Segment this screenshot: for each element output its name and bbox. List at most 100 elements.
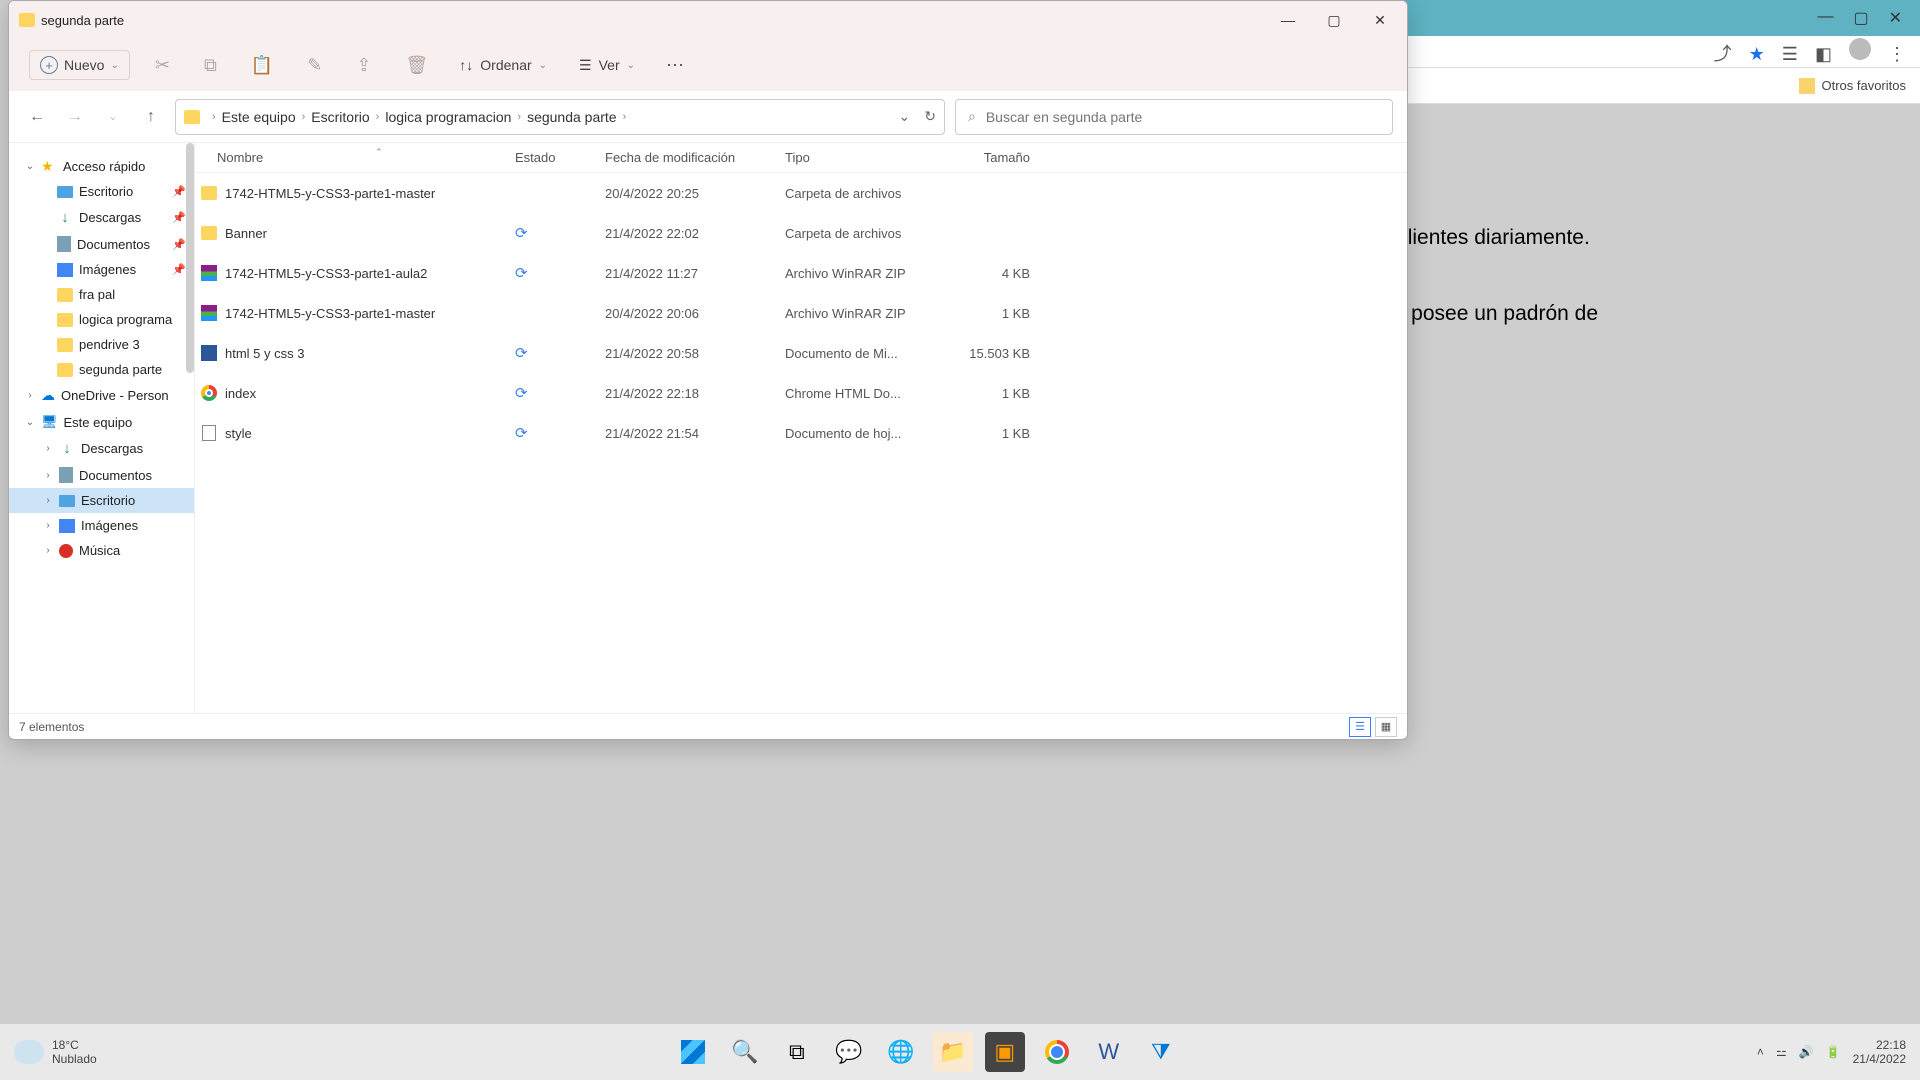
document-icon [59, 467, 73, 483]
taskview-button[interactable]: ⧉ [777, 1032, 817, 1072]
tray-expand-icon[interactable]: ˄ [1757, 1045, 1764, 1059]
explorer-icon[interactable]: 📁 [933, 1032, 973, 1072]
tree-onedrive[interactable]: ›☁OneDrive - Person [9, 382, 194, 409]
share-icon[interactable]: ⤴ [1714, 40, 1732, 66]
sort-button[interactable]: ↑↓ Ordenar ⌄ [453, 57, 553, 73]
word-icon[interactable]: W [1089, 1032, 1129, 1072]
teams-icon[interactable]: 💬 [829, 1032, 869, 1072]
other-bookmarks[interactable]: Otros favoritos [1799, 78, 1906, 94]
tree-downloads[interactable]: ↓Descargas📌 [9, 204, 194, 231]
tree-folder-frapal[interactable]: fra pal [9, 282, 194, 307]
thumbnails-view-button[interactable]: ▦ [1375, 717, 1397, 737]
tree-documents[interactable]: Documentos📌 [9, 231, 194, 257]
paste-icon[interactable]: 📋 [246, 55, 278, 76]
side-panel-icon[interactable]: ◧ [1815, 44, 1832, 65]
document-icon [57, 236, 71, 252]
details-view-button[interactable]: ☰ [1349, 717, 1371, 737]
wifi-icon[interactable]: ⚍ [1776, 1045, 1787, 1059]
tree-desktop[interactable]: Escritorio📌 [9, 179, 194, 204]
tree-pc-images[interactable]: ›Imágenes [9, 513, 194, 538]
breadcrumb[interactable]: › Este equipo › Escritorio › logica prog… [175, 99, 945, 135]
refresh-icon[interactable]: ↻ [924, 108, 936, 125]
chrome-close-icon[interactable]: ✕ [1889, 8, 1902, 28]
forward-button[interactable]: → [61, 108, 89, 126]
file-name: 1742-HTML5-y-CSS3-parte1-master [225, 186, 515, 201]
profile-icon[interactable] [1849, 38, 1871, 60]
file-type: Archivo WinRAR ZIP [785, 306, 930, 321]
reading-list-icon[interactable]: ☰ [1782, 44, 1798, 65]
tree-pc-downloads[interactable]: ›↓Descargas [9, 435, 194, 462]
tree-pc-documents[interactable]: ›Documentos [9, 462, 194, 488]
tree-thispc[interactable]: ⌄🖥Este equipo [9, 409, 194, 435]
share-icon[interactable]: ⇪ [351, 55, 376, 76]
taskbar-weather[interactable]: 18°C Nublado [14, 1038, 97, 1066]
css-icon [202, 425, 216, 441]
chrome-icon[interactable] [1037, 1032, 1077, 1072]
file-row[interactable]: style⟳21/4/2022 21:54Documento de hoj...… [195, 413, 1407, 453]
rename-icon[interactable]: ✎ [302, 55, 327, 76]
file-row[interactable]: 1742-HTML5-y-CSS3-parte1-master20/4/2022… [195, 173, 1407, 213]
search-input[interactable]: ⌕ [955, 99, 1393, 135]
minimize-button[interactable]: — [1265, 4, 1311, 36]
vscode-icon[interactable]: ⧩ [1141, 1032, 1181, 1072]
breadcrumb-item[interactable]: segunda parte [527, 109, 617, 125]
column-headers[interactable]: ⌃Nombre Estado Fecha de modificación Tip… [195, 143, 1407, 173]
breadcrumb-item[interactable]: logica programacion [385, 109, 511, 125]
file-row[interactable]: html 5 y css 3⟳21/4/2022 20:58Documento … [195, 333, 1407, 373]
file-row[interactable]: 1742-HTML5-y-CSS3-parte1-aula2⟳21/4/2022… [195, 253, 1407, 293]
battery-icon[interactable]: 🔋 [1826, 1045, 1841, 1059]
clock[interactable]: 22:18 21/4/2022 [1853, 1038, 1906, 1067]
new-button[interactable]: + Nuevo ⌄ [29, 50, 130, 80]
bookmark-star-icon[interactable]: ★ [1749, 44, 1765, 65]
cut-icon[interactable]: ✂ [150, 55, 175, 76]
taskbar[interactable]: 18°C Nublado 🔍 ⧉ 💬 🌐 📁 ▣ W ⧩ ˄ ⚍ 🔊 🔋 22:… [0, 1024, 1920, 1080]
tree-folder-pendrive[interactable]: pendrive 3 [9, 332, 194, 357]
back-button[interactable]: ← [23, 108, 51, 126]
windows-logo-icon [681, 1040, 705, 1064]
recent-dropdown-icon[interactable]: ⌄ [99, 110, 127, 123]
start-button[interactable] [673, 1032, 713, 1072]
tree-quick-access[interactable]: ⌄★Acceso rápido [9, 153, 194, 179]
file-row[interactable]: 1742-HTML5-y-CSS3-parte1-master20/4/2022… [195, 293, 1407, 333]
sublime-icon[interactable]: ▣ [985, 1032, 1025, 1072]
copy-icon[interactable]: ⧉ [199, 55, 222, 76]
explorer-titlebar[interactable]: segunda parte — ▢ ✕ [9, 1, 1407, 39]
maximize-button[interactable]: ▢ [1311, 4, 1357, 36]
file-row[interactable]: index⟳21/4/2022 22:18Chrome HTML Do...1 … [195, 373, 1407, 413]
search-button[interactable]: 🔍 [725, 1032, 765, 1072]
view-button[interactable]: ☰ Ver ⌄ [573, 57, 641, 74]
breadcrumb-expand-icon[interactable]: ⌄ [899, 108, 911, 125]
system-tray[interactable]: ˄ ⚍ 🔊 🔋 22:18 21/4/2022 [1757, 1038, 1906, 1067]
nav-tree[interactable]: ⌄★Acceso rápido Escritorio📌 ↓Descargas📌 … [9, 143, 195, 713]
tree-folder-logica[interactable]: logica programa [9, 307, 194, 332]
scrollbar-thumb[interactable] [186, 143, 194, 373]
tree-pc-music[interactable]: ›Música [9, 538, 194, 563]
file-row[interactable]: Banner⟳21/4/2022 22:02Carpeta de archivo… [195, 213, 1407, 253]
tree-folder-segunda[interactable]: segunda parte [9, 357, 194, 382]
close-button[interactable]: ✕ [1357, 4, 1403, 36]
rar-icon [201, 305, 217, 321]
search-field[interactable] [986, 109, 1380, 125]
edge-icon[interactable]: 🌐 [881, 1032, 921, 1072]
chrome-menu-icon[interactable]: ⋮ [1888, 44, 1906, 65]
breadcrumb-item[interactable]: Este equipo [222, 109, 296, 125]
file-status: ⟳ [515, 224, 605, 242]
sound-icon[interactable]: 🔊 [1799, 1045, 1814, 1059]
chrome-maximize-icon[interactable]: ▢ [1853, 8, 1868, 28]
file-type: Documento de hoj... [785, 426, 930, 441]
file-status: ⟳ [515, 424, 605, 442]
download-icon: ↓ [57, 209, 73, 226]
window-title: segunda parte [41, 13, 124, 28]
file-type: Chrome HTML Do... [785, 386, 930, 401]
file-name: index [225, 386, 515, 401]
file-type: Carpeta de archivos [785, 226, 930, 241]
up-button[interactable]: ↑ [137, 108, 165, 126]
tree-images[interactable]: Imágenes📌 [9, 257, 194, 282]
chrome-minimize-icon[interactable]: — [1817, 8, 1833, 28]
breadcrumb-item[interactable]: Escritorio [311, 109, 369, 125]
more-icon[interactable]: ⋯ [661, 55, 689, 76]
desktop-icon [57, 186, 73, 198]
folder-icon [201, 186, 217, 200]
delete-icon[interactable]: 🗑 [400, 55, 433, 76]
tree-pc-desktop[interactable]: ›Escritorio [9, 488, 194, 513]
